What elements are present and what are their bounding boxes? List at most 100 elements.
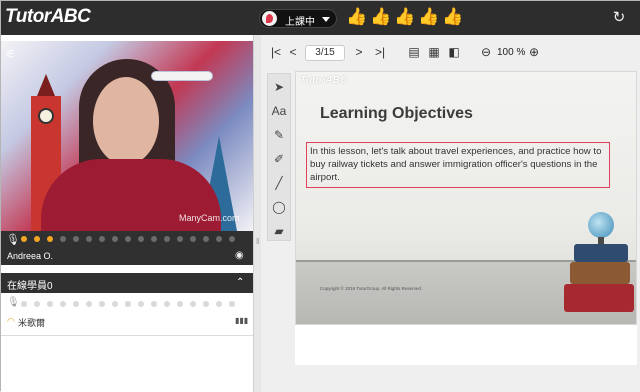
audio-dot [112, 301, 118, 307]
pointer-icon[interactable]: ➤ [268, 76, 290, 98]
audio-dot [138, 301, 144, 307]
presenter-name: Andreea O. [7, 251, 54, 261]
eraser-icon[interactable]: ▰ [268, 220, 290, 242]
audio-dot [60, 301, 66, 307]
audio-level-bar: 🎙 [1, 231, 253, 247]
audio-dot [21, 236, 27, 242]
zoom-in-icon[interactable]: ⊕ [527, 43, 541, 61]
bookmark-icon[interactable]: ◧ [447, 43, 461, 61]
annotation-tools: ➤ Aa ✎ ✐ ╱ ◯ ▰ [267, 73, 291, 241]
audio-dot [164, 236, 170, 242]
thumbs-up-icon-1[interactable]: 👍 [346, 6, 368, 28]
audio-dot [177, 301, 183, 307]
audio-dot [73, 236, 79, 242]
audio-dot [229, 301, 235, 307]
first-page-icon[interactable]: |< [269, 43, 283, 61]
slide[interactable]: TutorABC Learning Objectives In this les… [295, 71, 637, 325]
last-page-icon[interactable]: >| [373, 43, 387, 61]
audio-dot [151, 301, 157, 307]
audio-dot [177, 236, 183, 242]
audio-dot [47, 236, 53, 242]
member-name: 米歌爾 [18, 318, 46, 328]
thumbs-group: 👍 👍 👍 👍 👍 [346, 6, 464, 30]
text-icon[interactable]: Aa [268, 100, 290, 122]
online-students-header[interactable]: 在線學員0 ⌃ [1, 273, 253, 293]
signal-icon: ▮▮▮ [235, 316, 249, 325]
thumbs-up-icon-4[interactable]: 👍 [418, 6, 440, 28]
audio-dot [21, 301, 27, 307]
audio-dot [216, 301, 222, 307]
mic-icon: 🎙 [6, 234, 20, 246]
wifi-icon: ⚟ [5, 47, 16, 61]
courseware-toolbar: |< < 3/15 > >| ▤ ▦ ◧ ⊖ 100 % ⊕ [261, 39, 640, 65]
audio-dot [34, 236, 40, 242]
slide-brand: TutorABC [300, 75, 348, 86]
camera-icon[interactable]: ◉ [235, 250, 244, 261]
audio-dot [34, 301, 40, 307]
class-status-label: 上課中 [285, 17, 315, 28]
audio-dot [164, 301, 170, 307]
audio-dot [99, 236, 105, 242]
top-bar: TutorABC 上課中 👍 👍 👍 👍 👍 ↻ [1, 1, 640, 35]
audio-dot [216, 236, 222, 242]
presenter-name-bar: Andreea O. ◉ [1, 247, 253, 265]
page-indicator[interactable]: 3/15 [305, 45, 345, 61]
audio-dot [229, 236, 235, 242]
zoom-level: 100 % [497, 47, 526, 58]
suitcase-graphic [574, 244, 628, 262]
thumbs-up-icon-2[interactable]: 👍 [370, 6, 392, 28]
audio-dot [86, 301, 92, 307]
next-page-icon[interactable]: > [353, 43, 365, 61]
member-row[interactable]: ◠ 米歌爾 ▮▮▮ [1, 315, 253, 329]
online-students-title: 在線學員0 [7, 281, 53, 292]
audio-dot [47, 301, 53, 307]
slide-title: Learning Objectives [320, 105, 473, 122]
app-window: TutorABC 上課中 👍 👍 👍 👍 👍 ↻ ⚟ ManyCam.com 🎙… [0, 0, 640, 392]
chevron-up-icon[interactable]: ⌃ [236, 277, 244, 288]
class-status-dropdown[interactable]: 上課中 [259, 9, 337, 28]
audio-dot [203, 236, 209, 242]
marker-icon[interactable]: ✐ [268, 148, 290, 170]
audio-dot [138, 236, 144, 242]
slide-copyright: Copyright © 2016 TutorGroup. All Rights … [320, 286, 423, 291]
left-panel: ⚟ ManyCam.com 🎙 Andreea O. ◉ 在線學員0 ⌃ 🎙 ◠… [1, 35, 253, 392]
suitcase-graphic [564, 284, 634, 312]
record-icon [262, 11, 277, 26]
audio-dot [73, 301, 79, 307]
app-logo: TutorABC [5, 6, 91, 27]
thumbs-up-icon-5[interactable]: 👍 [442, 6, 464, 28]
mic-icon: 🎙 [7, 297, 20, 308]
audio-dot [190, 236, 196, 242]
prev-page-icon[interactable]: < [287, 43, 299, 61]
audio-dot [151, 236, 157, 242]
clock-graphic [38, 108, 54, 124]
audio-dot [86, 236, 92, 242]
drag-handle-icon[interactable]: ‖ [256, 237, 259, 246]
suitcase-graphic [570, 262, 630, 284]
member-audio-level: 🎙 [1, 297, 253, 311]
audio-dot [190, 301, 196, 307]
audio-dot [125, 301, 131, 307]
globe-graphic [588, 212, 614, 238]
circle-icon[interactable]: ◯ [268, 196, 290, 218]
refresh-icon[interactable]: ↻ [610, 9, 628, 27]
presenter-video: ⚟ ManyCam.com [1, 41, 253, 231]
panel-splitter[interactable]: ‖ [253, 35, 261, 392]
airplane-graphic [151, 71, 213, 81]
chevron-down-icon [322, 17, 330, 22]
slide-body-text: In this lesson, let's talk about travel … [310, 146, 602, 183]
thumbs-up-icon-3[interactable]: 👍 [394, 6, 416, 28]
zoom-out-icon[interactable]: ⊖ [479, 43, 493, 61]
wifi-icon: ◠ [7, 316, 15, 326]
courseware-panel: |< < 3/15 > >| ▤ ▦ ◧ ⊖ 100 % ⊕ ➤ Aa ✎ ✐ … [261, 35, 640, 392]
audio-dot [60, 236, 66, 242]
slide-footer-area [295, 325, 637, 365]
line-icon[interactable]: ╱ [268, 172, 290, 194]
audio-dot [99, 301, 105, 307]
presenter-face [93, 77, 159, 165]
document-icon[interactable]: ▤ [407, 43, 421, 61]
pen-icon[interactable]: ✎ [268, 124, 290, 146]
audio-dot [112, 236, 118, 242]
notes-icon[interactable]: ▦ [427, 43, 441, 61]
video-watermark: ManyCam.com [179, 213, 240, 223]
